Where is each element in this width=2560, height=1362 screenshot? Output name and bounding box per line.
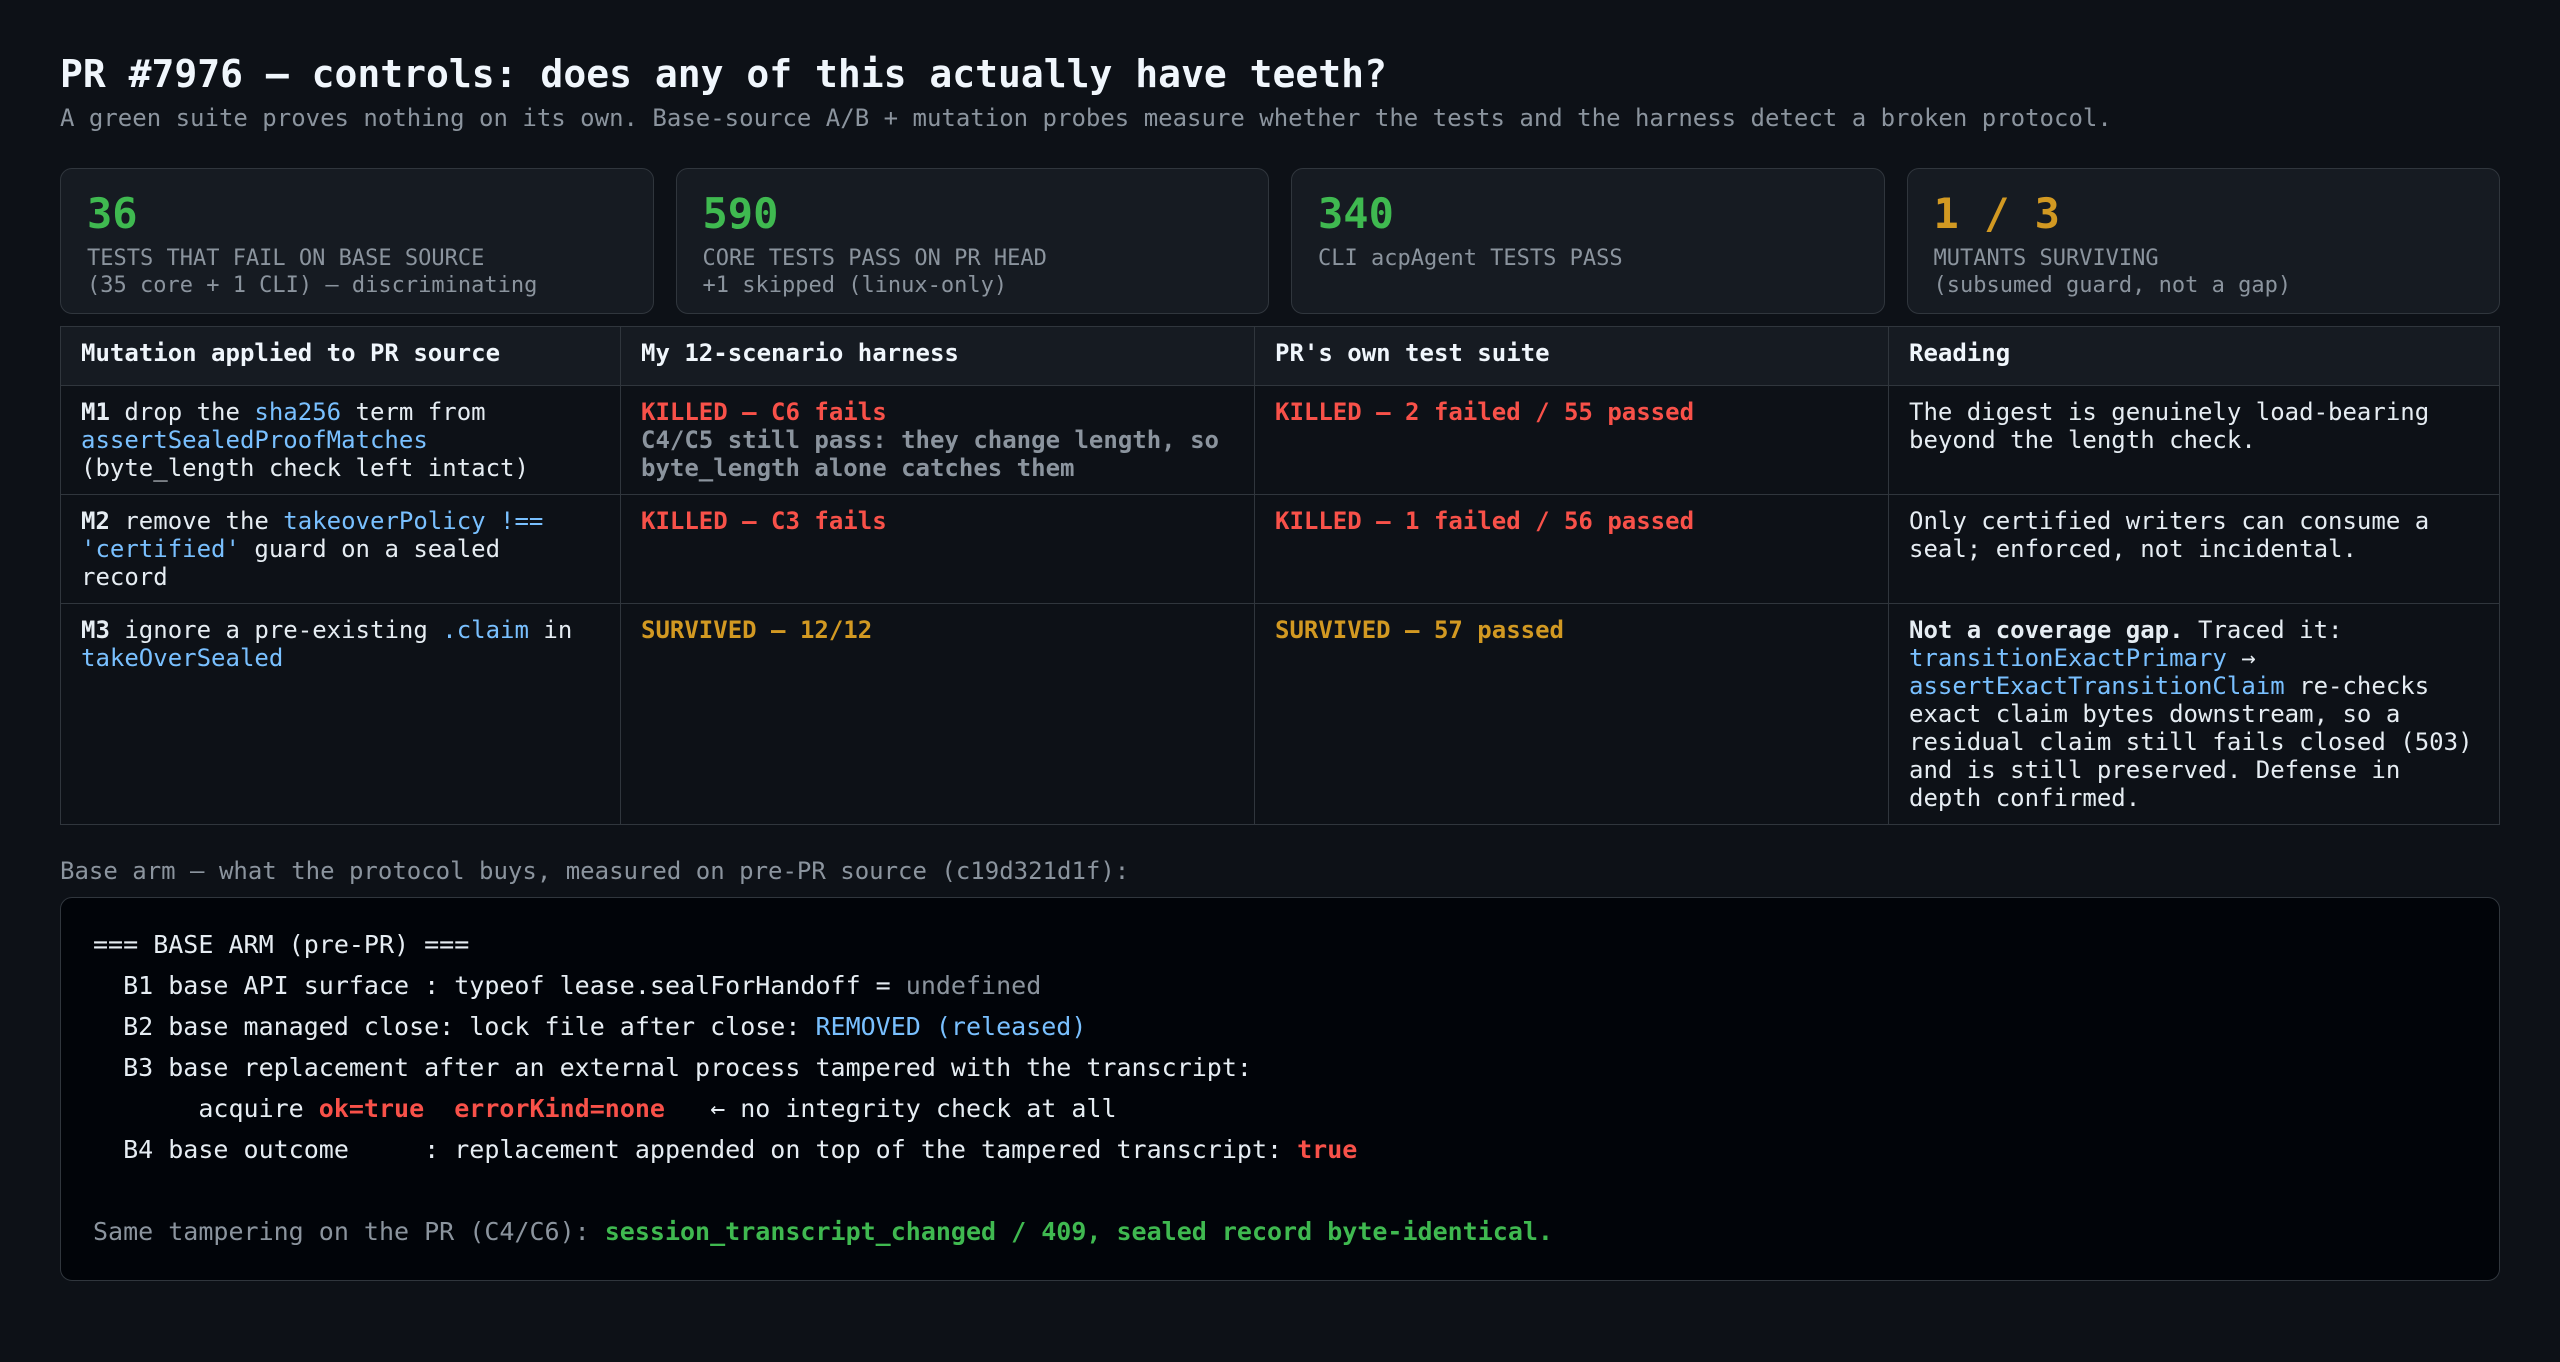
table-row: M3 ignore a pre-existing .claim in takeO… — [60, 603, 2500, 825]
terminal-line: B3 base replacement after an external pr… — [93, 1053, 1252, 1082]
stat-cards: 36 TESTS THAT FAIL ON BASE SOURCE (35 cor… — [60, 168, 2500, 314]
base-arm-output: === BASE ARM (pre-PR) === B1 base API su… — [60, 897, 2500, 1281]
table-header-row: Mutation applied to PR source My 12-scen… — [60, 326, 2500, 386]
mutation-cell: M3 ignore a pre-existing .claim in takeO… — [60, 603, 621, 825]
table-row: M1 drop the sha256 term from assertSeale… — [60, 385, 2500, 495]
reading-cell: Only certified writers can consume a sea… — [1888, 494, 2500, 604]
table-row: M2 remove the takeoverPolicy !== 'certif… — [60, 494, 2500, 604]
page-title: PR #7976 — controls: does any of this ac… — [60, 52, 1387, 96]
mutation-cell: M1 drop the sha256 term from assertSeale… — [60, 385, 621, 495]
reading-cell: The digest is genuinely load-bearing bey… — [1888, 385, 2500, 495]
stat-label: TESTS THAT FAIL ON BASE SOURCE (35 core +… — [87, 246, 538, 298]
page-subtitle: A green suite proves nothing on its own.… — [60, 104, 2112, 132]
terminal-line: acquire ok=true errorKind=none ← no inte… — [93, 1094, 1117, 1123]
terminal-line: B1 base API surface : typeof lease.sealF… — [93, 971, 1042, 1000]
mutation-cell: M2 remove the takeoverPolicy !== 'certif… — [60, 494, 621, 604]
stat-label: CLI acpAgent TESTS PASS — [1318, 246, 1623, 271]
stat-card-core-pass: 590 CORE TESTS PASS ON PR HEAD +1 skipped… — [675, 168, 1269, 314]
column-header-suite: PR's own test suite — [1254, 326, 1889, 386]
column-header-harness: My 12-scenario harness — [620, 326, 1255, 386]
reading-cell: Not a coverage gap. Traced it: transitio… — [1888, 603, 2500, 825]
terminal-line: B2 base managed close: lock file after c… — [93, 1012, 1087, 1041]
stat-card-mutants: 1 / 3 MUTANTS SURVIVING (subsumed guard, … — [1906, 168, 2500, 314]
stat-value: 36 — [87, 189, 138, 238]
page-header: PR #7976 — controls: does any of this ac… — [60, 50, 2500, 134]
column-header-reading: Reading — [1888, 326, 2500, 386]
harness-cell: KILLED — C3 fails — [620, 494, 1255, 604]
suite-cell: KILLED — 2 failed / 55 passed — [1254, 385, 1889, 495]
column-header-mutation: Mutation applied to PR source — [60, 326, 621, 386]
base-arm-label: Base arm — what the protocol buys, measu… — [60, 857, 1130, 885]
stat-value: 590 — [702, 189, 779, 238]
stat-label: MUTANTS SURVIVING (subsumed guard, not a … — [1933, 246, 2292, 298]
terminal-line: B4 base outcome : replacement appended o… — [93, 1135, 1358, 1164]
mutation-table: Mutation applied to PR source My 12-scen… — [60, 326, 2500, 825]
harness-cell: SURVIVED — 12/12 — [620, 603, 1255, 825]
harness-cell: KILLED — C6 fails C4/C5 still pass: they … — [620, 385, 1255, 495]
terminal-line: === BASE ARM (pre-PR) === — [93, 930, 470, 959]
suite-cell: SURVIVED — 57 passed — [1254, 603, 1889, 825]
stat-card-base-fail: 36 TESTS THAT FAIL ON BASE SOURCE (35 cor… — [60, 168, 654, 314]
terminal-line: Same tampering on the PR (C4/C6): sessio… — [93, 1217, 1553, 1246]
stat-label: CORE TESTS PASS ON PR HEAD +1 skipped (li… — [702, 246, 1047, 298]
suite-cell: KILLED — 1 failed / 56 passed — [1254, 494, 1889, 604]
stat-value: 1 / 3 — [1933, 189, 2060, 238]
stat-value: 340 — [1318, 189, 1394, 238]
stat-card-cli-pass: 340 CLI acpAgent TESTS PASS — [1291, 168, 1885, 314]
